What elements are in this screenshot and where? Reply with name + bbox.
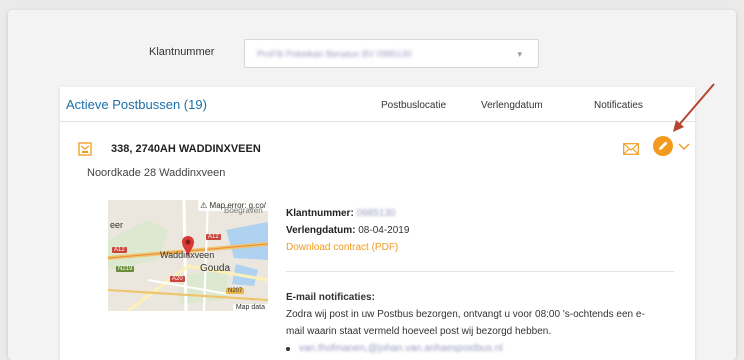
notif-text-line-1: Zodra wij post in uw Postbus bezorgen, o… (286, 309, 645, 320)
map-road-a12-east: A12 (206, 234, 221, 240)
chevron-down-icon: ▾ (517, 49, 522, 59)
mailbox-street: Noordkade 28 Waddinxveen (87, 167, 226, 179)
section-divider (286, 271, 674, 272)
map-place-city: Gouda (200, 263, 231, 274)
edit-button[interactable] (653, 136, 673, 156)
column-postbuslocatie[interactable]: Postbuslocatie (381, 100, 446, 111)
column-verlengdatum[interactable]: Verlengdatum (481, 100, 543, 111)
verlengdatum-value: 08-04-2019 (358, 225, 410, 236)
klantnummer-select-value: ProFib Poketkan Benatun BV 0985130 (257, 49, 412, 59)
mailbox-icon (78, 142, 92, 156)
panel-title: Actieve Postbussen (19) (66, 97, 207, 112)
mailbox-address[interactable]: 338, 2740AH WADDINXVEEN (111, 143, 261, 155)
location-map[interactable]: ⚠ Map error: g.co/ Boegraven eer A12 A12… (108, 200, 268, 311)
map-road-a20: A20 (170, 276, 185, 282)
column-notificaties[interactable]: Notificaties (594, 100, 643, 111)
bullet-icon (286, 346, 290, 351)
map-place-area: eer (110, 220, 124, 230)
mailbox-info: Klantnummer: 0985130 Verlengdatum: 08-04… (286, 205, 409, 256)
map-data-label: Map data (232, 304, 268, 311)
map-road-n207: N207 (226, 288, 245, 294)
map-place-town: Waddinxveen (160, 250, 215, 260)
map-road-a12-west: A12 (112, 247, 127, 253)
klantnummer-select[interactable]: ProFib Poketkan Benatun BV 0985130 ▾ (244, 39, 539, 68)
postbussen-panel: Actieve Postbussen (19) Postbuslocatie V… (60, 87, 695, 360)
notif-email-item: van.thofmanen,@johan.van.anhaespostbus.n… (286, 340, 686, 357)
expand-chevron-icon[interactable] (678, 143, 690, 151)
klantnummer-info-value: 0985130 (356, 208, 396, 219)
notif-text-line-2: mail waarin staat vermeld hoeveel post w… (286, 326, 552, 337)
verlengdatum-label: Verlengdatum: (286, 225, 356, 236)
notif-heading: E-mail notificaties: (286, 292, 375, 303)
download-contract-link[interactable]: Download contract (PDF) (286, 242, 398, 253)
klantnummer-info-label: Klantnummer: (286, 208, 354, 219)
map-road-n219: N219 (116, 266, 135, 272)
email-notifications: E-mail notificaties: Zodra wij post in u… (286, 289, 686, 357)
klantnummer-label: Klantnummer (149, 46, 215, 58)
envelope-icon[interactable] (623, 143, 639, 155)
notif-email: van.thofmanen,@johan.van.anhaespostbus.n… (299, 343, 503, 354)
panel-header: Actieve Postbussen (19) Postbuslocatie V… (60, 87, 695, 122)
annotation-arrow-icon (673, 83, 715, 132)
pencil-icon (659, 141, 668, 150)
map-place-top: Boegraven (224, 206, 263, 215)
